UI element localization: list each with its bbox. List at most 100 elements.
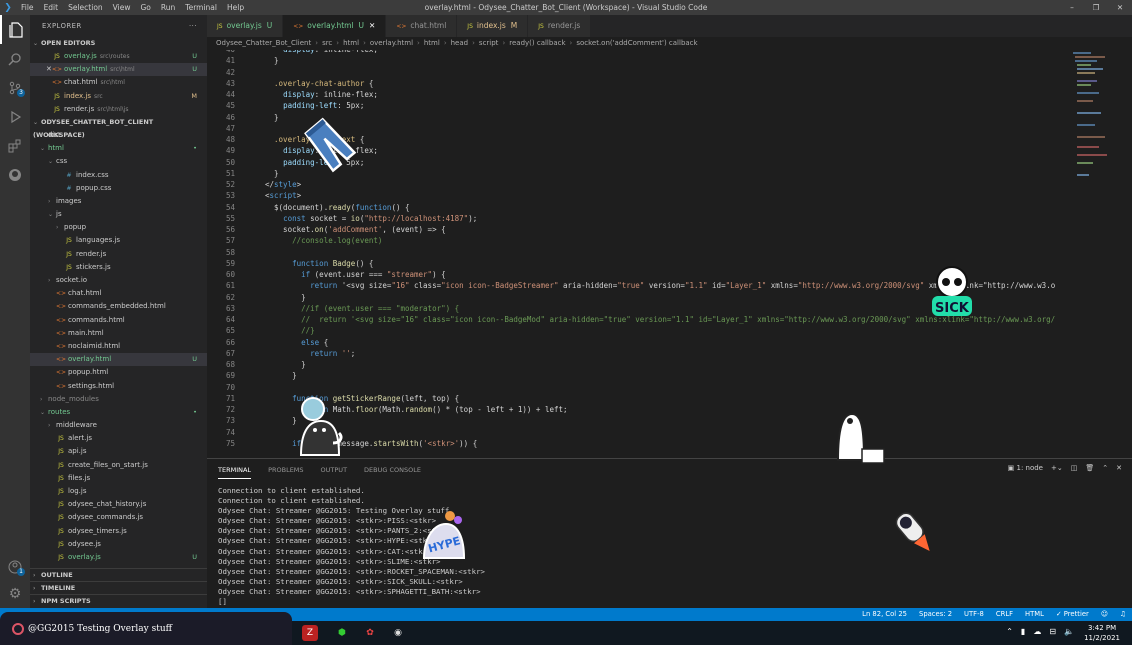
- folder-item[interactable]: › popup: [30, 221, 207, 234]
- file-item[interactable]: <> main.html: [30, 327, 207, 340]
- file-item[interactable]: JS odysee_timers.js: [30, 525, 207, 538]
- section-npm-scripts[interactable]: › NPM SCRIPTS: [30, 594, 207, 607]
- file-item[interactable]: JS odysee_chat_history.js: [30, 498, 207, 511]
- file-item[interactable]: JS render.js: [30, 248, 207, 261]
- breadcrumb-item[interactable]: html: [424, 39, 440, 47]
- menu-item-selection[interactable]: Selection: [68, 3, 103, 12]
- folder-item[interactable]: › middleware: [30, 419, 207, 432]
- file-item[interactable]: JS overlay.js U: [30, 551, 207, 564]
- open-editor-item[interactable]: JS render.js src\html\js: [30, 103, 207, 116]
- code-line[interactable]: const socket = io("http://localhost:4187…: [265, 214, 477, 223]
- file-item[interactable]: <> noclaimid.html: [30, 340, 207, 353]
- github-icon[interactable]: [0, 160, 30, 189]
- open-editor-item[interactable]: ✕ <> overlay.html src\html U: [30, 63, 207, 77]
- code-line[interactable]: display: inline-flex;: [265, 50, 378, 54]
- app-icon[interactable]: ✿: [362, 625, 378, 641]
- code-line[interactable]: }: [265, 56, 279, 65]
- code-line[interactable]: $(document).ready(function() {: [265, 203, 409, 212]
- code-line[interactable]: //}: [265, 326, 315, 335]
- menu-item-terminal[interactable]: Terminal: [185, 3, 217, 12]
- folder-item[interactable]: › images: [30, 195, 207, 208]
- breadcrumb-item[interactable]: html: [343, 39, 359, 47]
- status-item[interactable]: Spaces: 2: [919, 608, 952, 621]
- file-item[interactable]: <> commands_embedded.html: [30, 300, 207, 313]
- menu-item-edit[interactable]: Edit: [44, 3, 59, 12]
- menu-item-go[interactable]: Go: [140, 3, 150, 12]
- breadcrumb-item[interactable]: ready() callback: [509, 39, 565, 47]
- folder-item[interactable]: ⌄ css: [30, 155, 207, 168]
- file-item[interactable]: JS files.js: [30, 472, 207, 485]
- file-item[interactable]: <> overlay.html U: [30, 353, 207, 367]
- status-item[interactable]: CRLF: [996, 608, 1013, 621]
- section-timeline[interactable]: › TIMELINE: [30, 581, 207, 594]
- search-icon[interactable]: [0, 44, 30, 73]
- file-item[interactable]: JS log.js: [30, 485, 207, 498]
- more-actions-icon[interactable]: ···: [189, 15, 197, 37]
- workspace-section[interactable]: ⌄ ODYSEE_CHATTER_BOT_CLIENT (WORKSPACE): [30, 116, 207, 139]
- code-line[interactable]: socket.on('addComment', (event) => {: [265, 225, 446, 234]
- status-item[interactable]: Ln 82, Col 25: [862, 608, 907, 621]
- files-icon[interactable]: [0, 15, 30, 44]
- code-line[interactable]: </style>: [265, 180, 301, 189]
- code-line[interactable]: }: [265, 293, 306, 302]
- breadcrumb-item[interactable]: src: [322, 39, 332, 47]
- file-item[interactable]: <> chat.html: [30, 287, 207, 300]
- section-outline[interactable]: › OUTLINE: [30, 568, 207, 581]
- maximize-panel-icon[interactable]: ⌃: [1102, 464, 1108, 472]
- tab-index-js[interactable]: JS index.js M: [457, 15, 529, 37]
- folder-item[interactable]: ⌄ routes •: [30, 406, 207, 419]
- file-item[interactable]: JS odysee_commands.js: [30, 511, 207, 524]
- open-editors-section[interactable]: ⌄ OPEN EDITORS: [30, 37, 207, 50]
- tab-chat-html[interactable]: <> chat.html: [386, 15, 458, 37]
- status-item[interactable]: ✓ Prettier: [1056, 608, 1089, 621]
- file-item[interactable]: JS languages.js: [30, 234, 207, 247]
- open-editor-item[interactable]: JS overlay.js src\routes U: [30, 50, 207, 63]
- battery-icon[interactable]: ▮: [1021, 627, 1025, 636]
- code-line[interactable]: <script>: [265, 191, 301, 200]
- file-item[interactable]: # index.css: [30, 169, 207, 182]
- code-line[interactable]: }: [265, 113, 279, 122]
- code-line[interactable]: //if (event.user === "moderator") {: [265, 304, 459, 313]
- node-icon[interactable]: ⬢: [334, 625, 350, 641]
- breadcrumb-item[interactable]: Odysee_Chatter_Bot_Client: [216, 39, 311, 47]
- breadcrumb-item[interactable]: overlay.html: [370, 39, 413, 47]
- code-line[interactable]: padding-left: 5px;: [265, 101, 364, 110]
- code-line[interactable]: display: inline-flex;: [265, 90, 378, 99]
- breadcrumb-item[interactable]: socket.on('addComment') callback: [576, 39, 697, 47]
- menu-item-view[interactable]: View: [113, 3, 131, 12]
- code-line[interactable]: else {: [265, 338, 328, 347]
- close-icon[interactable]: ✕: [369, 21, 375, 30]
- file-item[interactable]: JS stickers.js: [30, 261, 207, 274]
- panel-tab-debug-console[interactable]: DEBUG CONSOLE: [364, 462, 421, 478]
- trash-icon[interactable]: 🗑: [1085, 464, 1094, 472]
- chevron-up-icon[interactable]: ⌃: [1006, 627, 1013, 636]
- panel-tab-problems[interactable]: PROBLEMS: [268, 462, 303, 478]
- file-item[interactable]: <> settings.html: [30, 380, 207, 393]
- folder-item[interactable]: ⌄ js: [30, 208, 207, 221]
- terminal-selector[interactable]: ▣ 1: node: [1008, 464, 1043, 472]
- folder-item[interactable]: › node_modules: [30, 393, 207, 406]
- feedback-icon[interactable]: ☺: [1101, 608, 1108, 621]
- file-item[interactable]: # popup.css: [30, 182, 207, 195]
- breadcrumb-item[interactable]: script: [479, 39, 499, 47]
- file-item[interactable]: JS alert.js: [30, 432, 207, 445]
- code-line[interactable]: function Badge() {: [265, 259, 373, 268]
- minimize-icon[interactable]: –: [1060, 0, 1084, 15]
- menu-item-help[interactable]: Help: [227, 3, 244, 12]
- file-item[interactable]: JS odysee.js: [30, 538, 207, 551]
- menu-item-run[interactable]: Run: [161, 3, 175, 12]
- breadcrumb-item[interactable]: head: [451, 39, 468, 47]
- code-line[interactable]: }: [265, 416, 297, 425]
- folder-item[interactable]: ⌄ html •: [30, 142, 207, 155]
- tab-overlay-html[interactable]: <> overlay.html U ✕: [283, 15, 387, 37]
- open-editor-item[interactable]: <> chat.html src\html: [30, 76, 207, 89]
- tab-render-js[interactable]: JS render.js: [528, 15, 592, 37]
- close-panel-icon[interactable]: ✕: [1116, 464, 1122, 472]
- account-icon[interactable]: 1: [0, 552, 30, 581]
- code-line[interactable]: .overlay-chat-author {: [265, 79, 373, 88]
- run-debug-icon[interactable]: [0, 102, 30, 131]
- code-line[interactable]: //console.log(event): [265, 236, 382, 245]
- split-terminal-icon[interactable]: ◫: [1071, 464, 1078, 472]
- cloud-icon[interactable]: ☁: [1033, 627, 1041, 636]
- close-icon[interactable]: ✕: [1108, 0, 1132, 15]
